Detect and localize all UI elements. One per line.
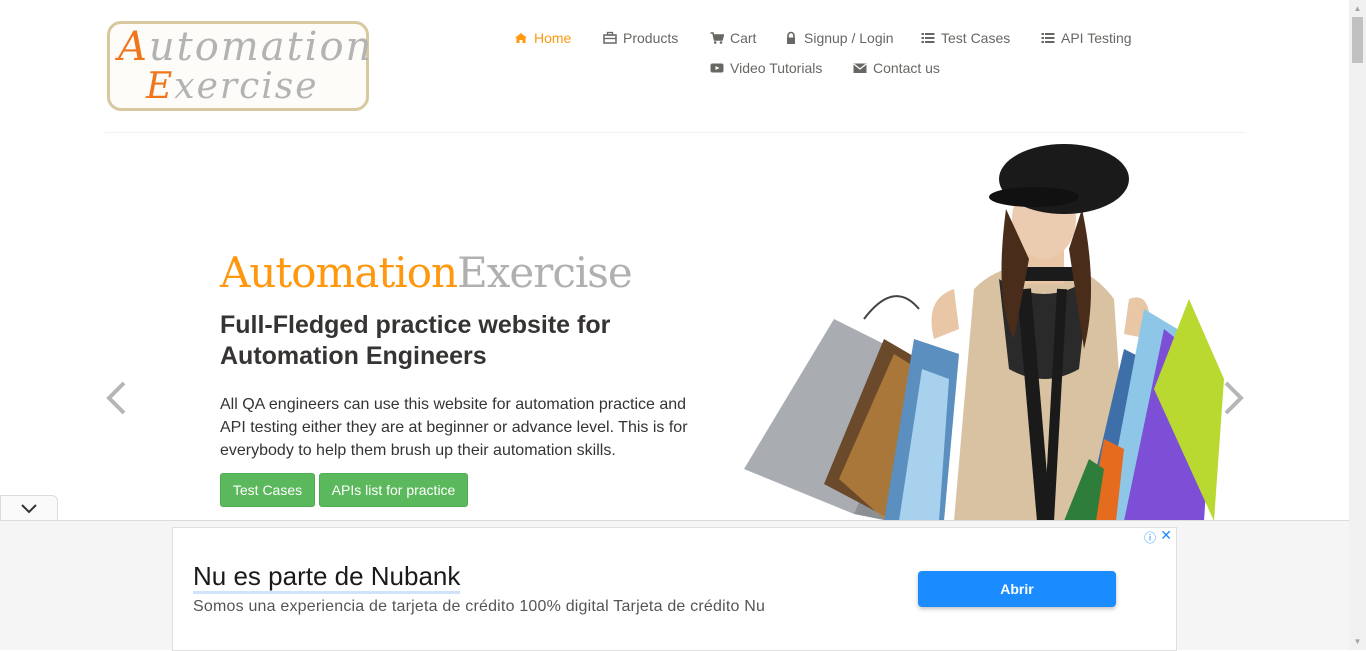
nav-test-cases-label: Test Cases (941, 30, 1011, 46)
list-icon (1041, 33, 1055, 43)
slider-next-arrow[interactable] (1222, 380, 1246, 416)
ad-info-icon[interactable]: ⓘ (1144, 529, 1156, 546)
slide-title: AutomationExercise (220, 248, 633, 297)
nav-signup-login[interactable]: Signup / Login (784, 30, 894, 46)
logo-line-1: Automation (118, 24, 374, 70)
list-icon (921, 33, 935, 43)
nav-products[interactable]: Products (603, 30, 678, 46)
nav-cart[interactable]: Cart (710, 30, 756, 46)
ad-close-icon[interactable]: ✕ (1160, 527, 1172, 544)
scroll-up-arrow[interactable]: ▲ (1349, 0, 1366, 17)
page-scrollbar[interactable]: ▲ ▼ (1349, 0, 1366, 650)
nav-signup-label: Signup / Login (804, 30, 894, 46)
products-icon (603, 31, 617, 44)
ad-title[interactable]: Nu es parte de Nubank (193, 562, 461, 594)
nav-home[interactable]: Home (514, 30, 571, 46)
apis-list-button[interactable]: APIs list for practice (319, 473, 468, 507)
test-cases-button[interactable]: Test Cases (220, 473, 315, 507)
nav-home-label: Home (534, 30, 572, 46)
ad-collapse-toggle[interactable] (0, 495, 58, 521)
scroll-thumb[interactable] (1352, 17, 1363, 63)
ad-subtitle: Somos una experiencia de tarjeta de créd… (193, 598, 766, 615)
nav-products-label: Products (623, 30, 679, 46)
slide-description: All QA engineers can use this website fo… (220, 396, 688, 459)
site-header: Automation Exercise Home Products Cart S… (0, 0, 1349, 133)
youtube-play-icon (710, 63, 724, 73)
nav-test-cases[interactable]: Test Cases (921, 30, 1010, 46)
slider-prev-arrow[interactable] (104, 380, 128, 416)
logo-line-2: Exercise (146, 66, 319, 107)
site-logo[interactable]: Automation Exercise (107, 21, 371, 111)
shopping-girl-image (744, 144, 1224, 521)
nav-cart-label: Cart (730, 30, 757, 46)
chevron-down-icon (21, 504, 37, 514)
ad-content[interactable]: Nu es parte de Nubank Somos una experien… (172, 527, 1177, 651)
nav-api-testing[interactable]: API Testing (1041, 30, 1132, 46)
envelope-icon (853, 63, 867, 73)
slide-heading: Full-Fledged practice website for Automa… (220, 311, 611, 370)
ad-open-button[interactable]: Abrir (918, 571, 1116, 607)
nav-video-tutorials[interactable]: Video Tutorials (710, 60, 822, 76)
nav-api-testing-label: API Testing (1061, 30, 1132, 46)
scroll-down-arrow[interactable]: ▼ (1349, 633, 1366, 650)
nav-video-label: Video Tutorials (730, 60, 823, 76)
ad-banner: Nu es parte de Nubank Somos una experien… (0, 520, 1349, 651)
lock-icon (787, 31, 795, 44)
nav-contact-label: Contact us (873, 60, 940, 76)
cart-icon (710, 32, 724, 44)
nav-contact-us[interactable]: Contact us (853, 60, 940, 76)
home-icon (515, 33, 527, 43)
